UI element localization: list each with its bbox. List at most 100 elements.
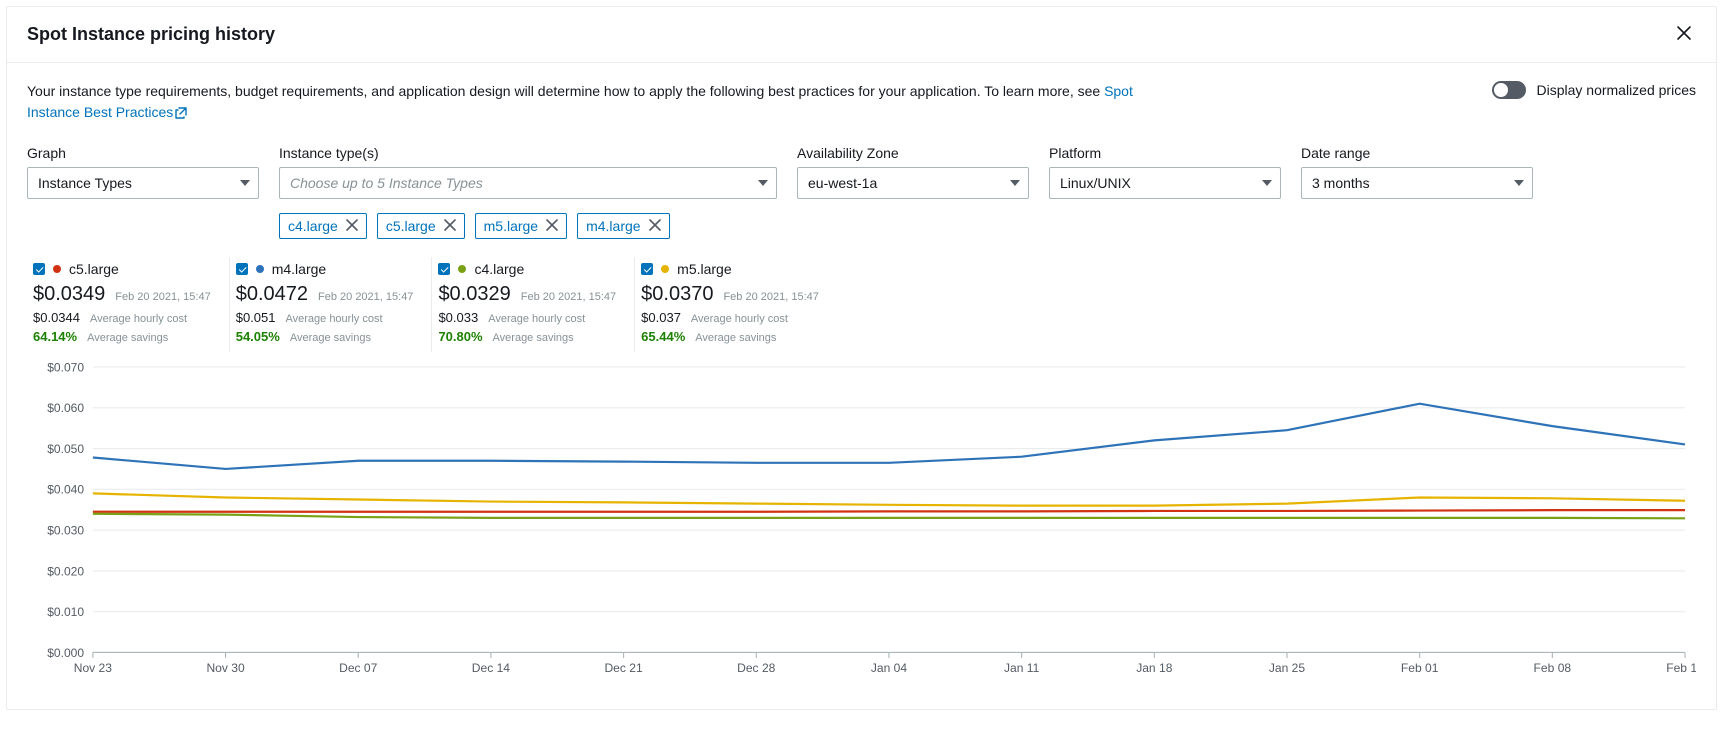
legend-type: m4.large [272,261,326,277]
chevron-down-icon [1262,180,1272,186]
legend-avg-cost-label: Average hourly cost [90,313,187,325]
graph-select[interactable]: Instance Types [27,167,259,199]
filter-graph-label: Graph [27,145,259,161]
x-tick-label: Jan 25 [1269,661,1306,675]
series-color-dot [53,265,61,273]
y-tick-label: $0.060 [47,401,84,415]
legend-type: c4.large [474,261,524,277]
close-button[interactable] [1672,21,1696,48]
series-color-dot [458,265,466,273]
filter-az: Availability Zone eu-west-1a [797,145,1029,199]
y-tick-label: $0.040 [47,483,84,497]
legend-savings: 65.44% [641,329,685,344]
chevron-down-icon [758,180,768,186]
legend-price: $0.0349 [33,283,105,306]
y-tick-label: $0.070 [47,360,84,374]
legend-checkbox[interactable] [641,263,653,275]
x-tick-label: Jan 11 [1004,661,1040,675]
legend-card: c5.large $0.0349 Feb 20 2021, 15:47 $0.0344… [33,257,229,352]
instance-type-chip: c5.large [377,213,465,239]
instance-type-chip: m4.large [577,213,669,239]
chip-remove-icon[interactable] [546,218,558,234]
spot-pricing-panel: Spot Instance pricing history Your insta… [6,6,1717,710]
chip-label: c4.large [288,218,338,234]
y-tick-label: $0.010 [47,605,84,619]
y-tick-label: $0.030 [47,524,84,538]
legend-card: m4.large$0.0472Feb 20 2021, 15:47$0.051A… [229,257,432,352]
date-range-select[interactable]: 3 months [1301,167,1533,199]
legend-avg-cost: $0.033 [438,310,478,325]
legend-timestamp: Feb 20 2021, 15:47 [115,291,210,303]
legend-timestamp: Feb 20 2021, 15:47 [521,291,616,303]
x-tick-label: Dec 14 [472,661,511,675]
x-tick-label: Dec 07 [339,661,378,675]
x-tick-label: Dec 28 [737,661,776,675]
filter-platform: Platform Linux/UNIX [1049,145,1281,199]
x-tick-label: Feb 15 [1666,661,1696,675]
series-color-dot [256,265,264,273]
intro-pre: Your instance type requirements, budget … [27,83,1104,99]
filter-platform-label: Platform [1049,145,1281,161]
legend-checkbox[interactable] [438,263,450,275]
filter-az-label: Availability Zone [797,145,1029,161]
legend-price: $0.0472 [236,283,308,306]
legend-type: c5.large [69,261,119,277]
legend-checkbox[interactable] [236,263,248,275]
legend-savings-label: Average savings [695,332,776,344]
y-tick-label: $0.050 [47,442,84,456]
x-tick-label: Jan 04 [871,661,908,675]
legend-type: m5.large [677,261,731,277]
price-history-chart: $0.000 $0.010 $0.020 $0.030 $0.040 $0.050 $0.0… [27,356,1696,685]
legend-savings: 64.14% [33,329,77,344]
legend-avg-cost-label: Average hourly cost [488,313,585,325]
az-select[interactable]: eu-west-1a [797,167,1029,199]
intro-text: Your instance type requirements, budget … [27,81,1147,125]
legend-checkbox[interactable] [33,263,45,275]
filters-row: Graph Instance Types Instance type(s) Ch… [27,145,1696,239]
legend-savings: 54.05% [236,329,280,344]
chip-remove-icon[interactable] [444,218,456,234]
series-line-m5.large [93,493,1685,505]
y-tick-label: $0.000 [47,646,84,660]
x-tick-label: Dec 21 [604,661,643,675]
toggle-label: Display normalized prices [1536,82,1696,98]
chip-remove-icon[interactable] [346,218,358,234]
legend-avg-cost-label: Average hourly cost [285,313,382,325]
normalized-prices-toggle[interactable] [1492,81,1526,99]
filter-graph: Graph Instance Types [27,145,259,199]
legend-avg-cost-label: Average hourly cost [691,313,788,325]
panel-header: Spot Instance pricing history [7,7,1716,63]
platform-select[interactable]: Linux/UNIX [1049,167,1281,199]
chip-label: m5.large [484,218,538,234]
filter-itypes-label: Instance type(s) [279,145,777,161]
series-line-m4.large [93,404,1685,469]
legend-card: c4.large $0.0329 Feb 20 2021, 15:47 $0.033 A… [431,257,634,352]
y-tick-label: $0.020 [47,564,84,578]
chip-label: m4.large [586,218,640,234]
panel-body: Your instance type requirements, budget … [7,63,1716,709]
legend-price: $0.0329 [438,283,510,306]
series-line-c5.large [93,510,1685,512]
normalized-prices-toggle-wrap: Display normalized prices [1492,81,1696,99]
legend-avg-cost: $0.037 [641,310,681,325]
chart-legend: c5.large $0.0349 Feb 20 2021, 15:47 $0.0344… [33,257,1696,352]
close-icon [1676,25,1692,41]
x-tick-label: Nov 23 [74,661,113,675]
legend-savings-label: Average savings [493,332,574,344]
chevron-down-icon [1010,180,1020,186]
instance-types-select[interactable]: Choose up to 5 Instance Types [279,167,777,199]
legend-savings-label: Average savings [290,332,371,344]
legend-price: $0.0370 [641,283,713,306]
filter-date-range: Date range 3 months [1301,145,1533,199]
chip-label: c5.large [386,218,436,234]
chip-remove-icon[interactable] [649,218,661,234]
chevron-down-icon [240,180,250,186]
legend-avg-cost: $0.0344 [33,310,80,325]
instance-type-chip: c4.large [279,213,367,239]
legend-savings-label: Average savings [87,332,168,344]
chevron-down-icon [1514,180,1524,186]
legend-avg-cost: $0.051 [236,310,276,325]
page-title: Spot Instance pricing history [27,24,275,45]
filter-instance-types: Instance type(s) Choose up to 5 Instance… [279,145,777,239]
series-color-dot [661,265,669,273]
